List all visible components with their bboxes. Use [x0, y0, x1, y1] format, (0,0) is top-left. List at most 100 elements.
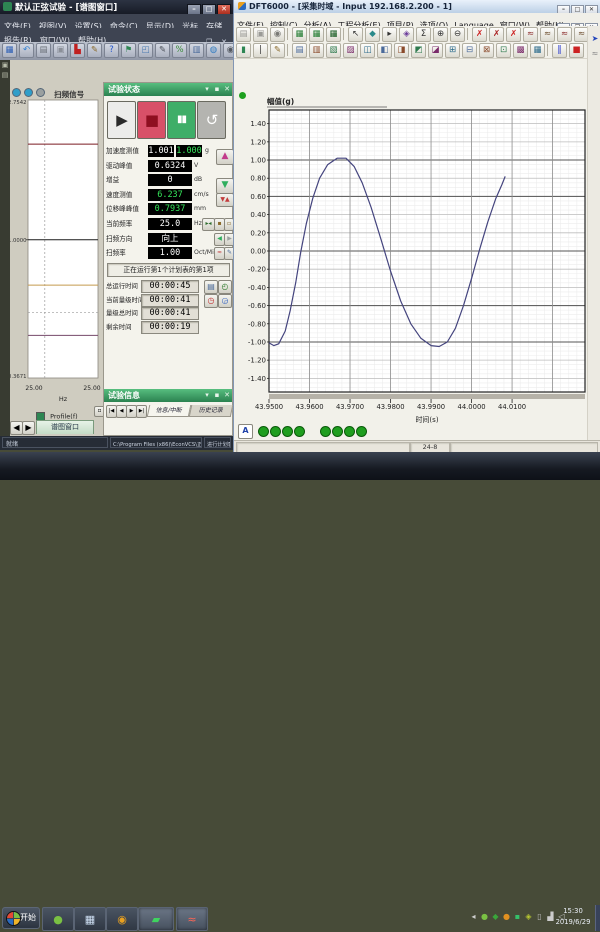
chart-type-icon-5[interactable]: ◫ — [360, 43, 375, 58]
close-button[interactable]: ✕ — [217, 4, 231, 14]
start-button[interactable]: 开始 — [2, 907, 40, 929]
info-pin-icon[interactable]: ▪ — [212, 389, 222, 402]
taskbar-dft-launcher-button[interactable]: ◉ — [106, 907, 138, 931]
wave-tool-icon[interactable]: ≈ — [588, 49, 600, 58]
help-icon[interactable]: ? — [104, 43, 119, 58]
pause-acquisition-icon[interactable]: ‖ — [552, 43, 567, 58]
chart-type-icon-9[interactable]: ◪ — [428, 43, 443, 58]
dft6000-titlebar[interactable]: DFT6000 - [采集时域 - Input 192.168.2.200 - … — [234, 0, 600, 13]
database-icon[interactable]: ▥ — [189, 43, 204, 58]
show-desktop-button[interactable] — [595, 905, 600, 931]
info-close-icon[interactable]: ✕ — [222, 389, 232, 402]
copy-icon[interactable]: ▣ — [53, 43, 68, 58]
minimize-button[interactable]: – — [187, 4, 201, 14]
chart-type-icon-13[interactable]: ⊡ — [496, 43, 511, 58]
info-menu-icon[interactable]: ▾ — [202, 389, 212, 402]
edit-pen-icon[interactable]: ✎ — [270, 43, 285, 58]
wave-window-icon[interactable]: ≈ — [557, 27, 572, 42]
total-clock-icon[interactable]: ◶ — [218, 294, 232, 308]
chart-type-icon-6[interactable]: ◧ — [377, 43, 392, 58]
chart-type-icon-3[interactable]: ▧ — [326, 43, 341, 58]
percent-icon[interactable]: % — [172, 43, 187, 58]
chart-type-icon-4[interactable]: ▨ — [343, 43, 358, 58]
erase-block-icon[interactable]: ✗ — [489, 27, 504, 42]
sweep-signal-plot[interactable]: 2.75421.00000.367125.0025.00Hz — [10, 92, 103, 406]
taskbar-vcs-window-button[interactable]: ▰ — [138, 907, 174, 931]
info-tab-2[interactable]: 历史记录 — [189, 405, 234, 417]
tab-scroll-right-button[interactable]: ▶ — [22, 421, 35, 435]
chart-type-icon-11[interactable]: ⊟ — [462, 43, 477, 58]
camera-icon[interactable]: ◉ — [223, 43, 233, 58]
level-step-button[interactable]: ▼▲ — [216, 193, 234, 207]
level-up-button[interactable]: ▲ — [216, 149, 234, 165]
annotate-icon[interactable]: ✎ — [155, 43, 170, 58]
test-info-header[interactable]: 试验信息 ✕▪▾ — [104, 389, 232, 402]
restart-button[interactable]: ↺ — [197, 101, 226, 139]
tray-sync-icon[interactable]: ▪ — [512, 904, 523, 930]
taskbar-clock[interactable]: 15:30 2019/6/29 — [552, 906, 594, 928]
tab-spectrum-window[interactable]: 谱图窗口 — [36, 420, 94, 434]
undo-icon[interactable]: ↶ — [19, 43, 34, 58]
chart-type-icon-10[interactable]: ⊞ — [445, 43, 460, 58]
print-icon[interactable]: ▤ — [36, 43, 51, 58]
maximize-button[interactable]: □ — [571, 5, 584, 13]
export-pdf-icon[interactable]: ▙ — [70, 43, 85, 58]
panel-menu-icon[interactable]: ▾ — [202, 83, 212, 96]
nav-pointer-icon[interactable]: ➤ — [588, 34, 600, 43]
bars-cursor-icon[interactable]: ▮ — [236, 43, 251, 58]
globe-icon[interactable]: ◍ — [206, 43, 221, 58]
level-down-button[interactable]: ▼ — [216, 178, 234, 194]
zoom-out-icon[interactable]: ⊖ — [450, 27, 465, 42]
tab-nav-button-4[interactable]: ▶| — [136, 405, 147, 418]
tray-security-icon[interactable]: ◈ — [523, 904, 534, 930]
edit-pen-icon[interactable]: ✎ — [87, 43, 102, 58]
maximize-button[interactable]: □ — [202, 4, 216, 14]
panel-close-icon[interactable]: ✕ — [222, 83, 232, 96]
info-tab-1[interactable]: 信息/中断 — [147, 405, 192, 417]
tray-antivirus-icon[interactable]: ◆ — [490, 904, 501, 930]
stop-acquisition-icon[interactable]: ■ — [569, 43, 584, 58]
vcs-titlebar[interactable]: 默认正弦试验 - [谱图窗口] –□✕ — [0, 0, 233, 14]
erase-trace-icon[interactable]: ✗ — [472, 27, 487, 42]
scope-grid-icon[interactable]: ▦ — [309, 27, 324, 42]
stop-button[interactable]: ■ — [137, 101, 166, 139]
tray-expand-icon[interactable]: ◂ — [468, 904, 479, 930]
time-waveform-plot[interactable]: 1.401.201.000.800.600.400.200.00-0.20-0.… — [237, 90, 589, 432]
panel-pin-icon[interactable]: ▪ — [212, 83, 222, 96]
close-button[interactable]: ✕ — [585, 5, 598, 13]
wave-smooth-icon[interactable]: ≈ — [540, 27, 555, 42]
taskbar-econvcs-button[interactable]: ● — [42, 907, 74, 931]
wave-filter-icon[interactable]: ≈ — [523, 27, 538, 42]
chart-type-icon-12[interactable]: ⊠ — [479, 43, 494, 58]
alarm-clock-icon[interactable]: ◷ — [204, 294, 218, 308]
chart-type-icon-8[interactable]: ◩ — [411, 43, 426, 58]
tray-messenger-icon[interactable]: ● — [501, 904, 512, 930]
chart-type-icon-2[interactable]: ▥ — [309, 43, 324, 58]
tray-device-icon[interactable]: ▯ — [534, 904, 545, 930]
cursor-icon[interactable]: ↖ — [348, 27, 363, 42]
chart-type-icon-14[interactable]: ▩ — [513, 43, 528, 58]
elapsed-clock-icon[interactable]: ◴ — [218, 280, 232, 294]
schedule-table-icon[interactable]: ▤ — [204, 280, 218, 294]
tray-update-icon[interactable]: ● — [479, 904, 490, 930]
taskbar-calculator-button[interactable]: ▦ — [74, 907, 106, 931]
marker-icon[interactable]: ◆ — [365, 27, 380, 42]
sum-icon[interactable]: Σ — [416, 27, 431, 42]
snapshot-icon[interactable]: ◉ — [270, 27, 285, 42]
chart-type-icon-7[interactable]: ◨ — [394, 43, 409, 58]
save-icon[interactable]: ▦ — [2, 43, 17, 58]
panel-grid-icon[interactable]: ▦ — [326, 27, 341, 42]
zoom-window-icon[interactable]: ◰ — [138, 43, 153, 58]
play-marker-icon[interactable]: ▸ — [382, 27, 397, 42]
pause-button[interactable]: ▮▮ — [167, 101, 196, 139]
beam-cursor-icon[interactable]: | — [253, 43, 268, 58]
flag-icon[interactable]: ⚑ — [121, 43, 136, 58]
chart-type-icon-1[interactable]: ▤ — [292, 43, 307, 58]
run-button[interactable]: ▶ — [107, 101, 136, 139]
copy-icon[interactable]: ▣ — [253, 27, 268, 42]
zoom-in-icon[interactable]: ⊕ — [433, 27, 448, 42]
star-marker-icon[interactable]: ◈ — [399, 27, 414, 42]
wave-detrend-icon[interactable]: ≈ — [574, 27, 587, 42]
taskbar-dft6000-window-button[interactable]: ≈ — [176, 907, 208, 931]
erase-all-icon[interactable]: ✗ — [506, 27, 521, 42]
